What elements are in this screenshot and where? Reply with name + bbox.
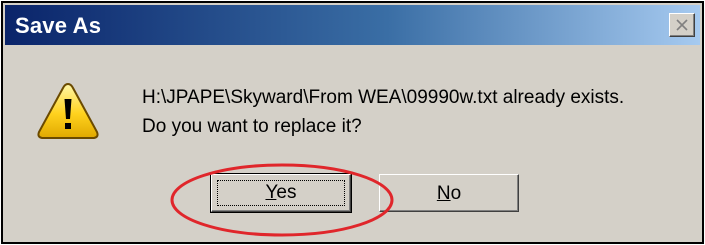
- message-line-2: Do you want to replace it?: [142, 116, 362, 137]
- save-as-dialog: Save As H:\JPAPE\Skyward\From WEA\09990w…: [1, 1, 704, 244]
- yes-button-label: Yes: [211, 181, 351, 205]
- warning-triangle-icon: [35, 81, 101, 146]
- dialog-title: Save As: [15, 13, 102, 38]
- yes-mnemonic: Y: [265, 182, 277, 203]
- message-text: H:\JPAPE\Skyward\From WEA\09990w.txt alr…: [142, 83, 624, 141]
- no-button-label: No: [380, 182, 518, 206]
- close-button[interactable]: [669, 13, 695, 37]
- no-button[interactable]: No: [379, 174, 519, 212]
- no-mnemonic: N: [436, 183, 451, 204]
- yes-label-rest: es: [276, 182, 297, 203]
- title-bar[interactable]: Save As: [5, 5, 700, 45]
- message-line-1: H:\JPAPE\Skyward\From WEA\09990w.txt alr…: [142, 87, 625, 108]
- yes-button[interactable]: Yes: [210, 173, 352, 213]
- no-label-rest: o: [450, 183, 462, 204]
- close-icon: [676, 19, 688, 31]
